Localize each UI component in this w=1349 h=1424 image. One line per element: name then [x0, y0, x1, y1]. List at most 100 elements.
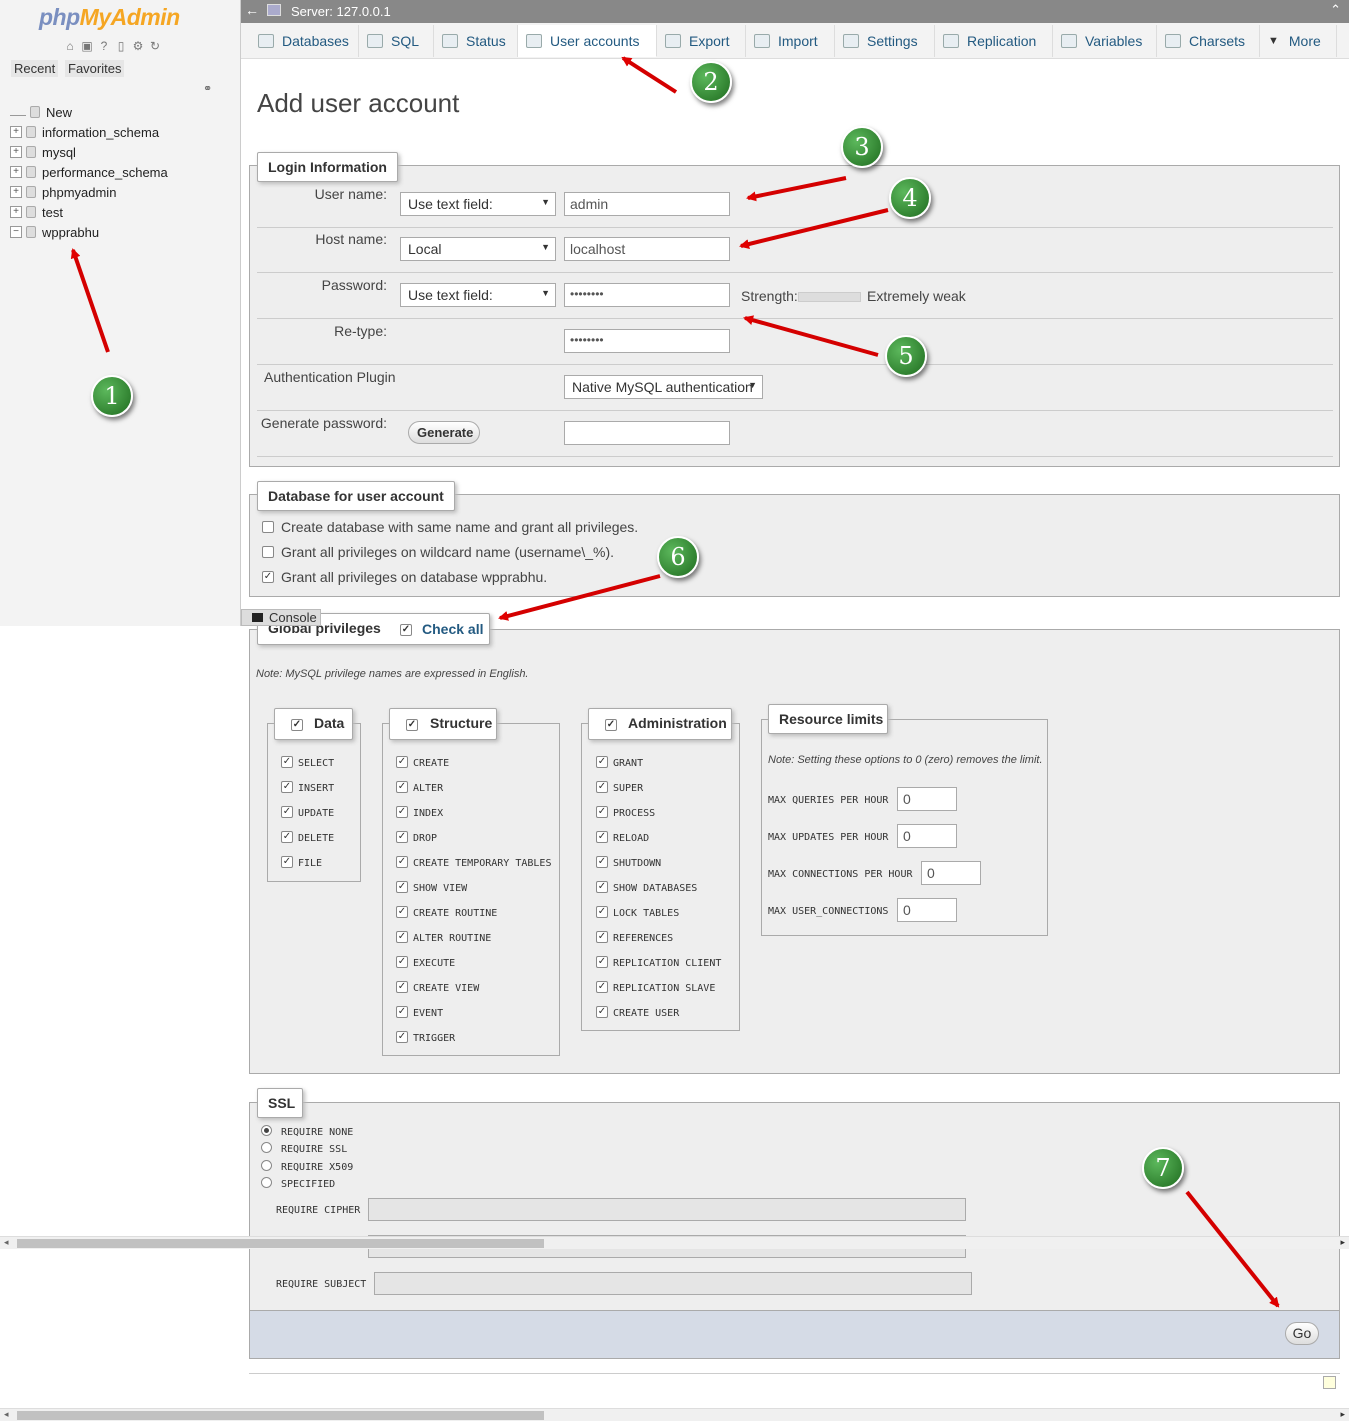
structure-check-all-checkbox[interactable]: ✓	[406, 719, 418, 731]
grant-database-checkbox[interactable]: ✓	[262, 571, 274, 583]
require-x509-radio[interactable]	[261, 1160, 272, 1171]
recent-tab[interactable]: Recent	[11, 60, 59, 77]
require-subject-input[interactable]	[374, 1272, 972, 1295]
tab-status[interactable]: Status	[434, 25, 518, 57]
data-privilege-checkbox[interactable]: ✓	[281, 781, 293, 793]
tab-databases[interactable]: Databases	[250, 25, 359, 57]
console-toggle[interactable]: Console	[241, 609, 321, 626]
max-connections-input[interactable]: 0	[921, 861, 981, 885]
tab-user-accounts[interactable]: User accounts	[518, 25, 657, 57]
check-all-checkbox[interactable]: ✓	[400, 624, 412, 636]
tree-item-performance-schema[interactable]: + performance_schema	[10, 162, 168, 182]
max-user-connections-input[interactable]: 0	[897, 898, 957, 922]
tree-item-phpmyadmin[interactable]: + phpmyadmin	[10, 182, 168, 202]
collapse-sidebar-icon[interactable]: ←	[245, 2, 259, 18]
expand-icon[interactable]: +	[10, 146, 22, 158]
require-ssl-radio[interactable]	[261, 1142, 272, 1153]
require-cipher-input[interactable]	[368, 1198, 966, 1221]
page-horizontal-scrollbar[interactable]: ◂ ▸	[0, 1408, 1349, 1421]
admin-privilege-checkbox[interactable]: ✓	[596, 806, 608, 818]
data-privilege-checkbox[interactable]: ✓	[281, 756, 293, 768]
admin-privilege-checkbox[interactable]: ✓	[596, 756, 608, 768]
favorites-tab[interactable]: Favorites	[65, 60, 125, 77]
structure-privilege-checkbox[interactable]: ✓	[396, 906, 408, 918]
admin-privilege-checkbox[interactable]: ✓	[596, 981, 608, 993]
scroll-right-icon[interactable]: ▸	[1340, 1237, 1345, 1248]
tab-import[interactable]: Import	[746, 25, 835, 57]
generate-button[interactable]: Generate	[408, 421, 480, 444]
create-database-checkbox[interactable]	[262, 521, 274, 533]
home-icon[interactable]: ⌂	[63, 39, 77, 53]
collapse-top-icon[interactable]: ⌃	[1330, 2, 1341, 18]
expand-icon[interactable]: +	[10, 186, 22, 198]
structure-privilege-checkbox[interactable]: ✓	[396, 756, 408, 768]
admin-privilege-checkbox[interactable]: ✓	[596, 1006, 608, 1018]
scroll-right-icon[interactable]: ▸	[1340, 1409, 1345, 1420]
tree-item-test[interactable]: + test	[10, 202, 168, 222]
tree-item-mysql[interactable]: + mysql	[10, 142, 168, 162]
structure-privilege-checkbox[interactable]: ✓	[396, 931, 408, 943]
data-privilege-checkbox[interactable]: ✓	[281, 856, 293, 868]
phpmyadmin-logo[interactable]: phpMyAdmin	[39, 4, 180, 31]
tab-variables[interactable]: Variables	[1053, 25, 1157, 57]
admin-privilege-checkbox[interactable]: ✓	[596, 956, 608, 968]
settings-gear-icon[interactable]: ⚙	[131, 39, 145, 53]
admin-privilege-checkbox[interactable]: ✓	[596, 781, 608, 793]
admin-privilege-checkbox[interactable]: ✓	[596, 906, 608, 918]
link-icon[interactable]: ⚭	[203, 82, 212, 95]
structure-privilege-checkbox[interactable]: ✓	[396, 781, 408, 793]
logout-icon[interactable]: ▣	[80, 39, 94, 53]
tab-sql[interactable]: SQL	[359, 25, 434, 57]
generated-password-input[interactable]	[564, 421, 730, 445]
structure-privilege-checkbox[interactable]: ✓	[396, 856, 408, 868]
admin-privilege-checkbox[interactable]: ✓	[596, 831, 608, 843]
scroll-left-icon[interactable]: ◂	[4, 1409, 9, 1420]
administration-check-all-checkbox[interactable]: ✓	[605, 719, 617, 731]
tree-item-information-schema[interactable]: + information_schema	[10, 122, 168, 142]
password-type-select[interactable]: Use text field:	[400, 283, 556, 307]
tab-settings[interactable]: Settings	[835, 25, 935, 57]
admin-privilege-checkbox[interactable]: ✓	[596, 931, 608, 943]
admin-privilege-checkbox[interactable]: ✓	[596, 856, 608, 868]
retype-password-input[interactable]: ••••••••	[564, 329, 730, 353]
tree-item-new[interactable]: New	[10, 102, 168, 122]
structure-privilege-checkbox[interactable]: ✓	[396, 831, 408, 843]
tab-charsets[interactable]: Charsets	[1157, 25, 1260, 57]
data-privilege-checkbox[interactable]: ✓	[281, 831, 293, 843]
host-name-input[interactable]: localhost	[564, 237, 730, 261]
require-none-radio[interactable]	[261, 1125, 272, 1136]
wildcard-privileges-checkbox[interactable]	[262, 546, 274, 558]
page-related-icon[interactable]	[1323, 1376, 1336, 1389]
user-name-input[interactable]: admin	[564, 192, 730, 216]
expand-icon[interactable]: +	[10, 126, 22, 138]
server-breadcrumb[interactable]: Server: 127.0.0.1	[291, 4, 391, 19]
host-name-type-select[interactable]: Local	[400, 237, 556, 261]
specified-radio[interactable]	[261, 1177, 272, 1188]
max-updates-input[interactable]: 0	[897, 824, 957, 848]
tab-replication[interactable]: Replication	[935, 25, 1053, 57]
scroll-left-icon[interactable]: ◂	[4, 1237, 9, 1248]
expand-icon[interactable]: +	[10, 206, 22, 218]
max-queries-input[interactable]: 0	[897, 787, 957, 811]
tree-item-wpprabhu[interactable]: − wpprabhu	[10, 222, 168, 242]
password-input[interactable]: ••••••••	[564, 283, 730, 307]
authentication-plugin-select[interactable]: Native MySQL authentication	[564, 375, 763, 399]
help-icon[interactable]: ?	[97, 39, 111, 53]
structure-privilege-checkbox[interactable]: ✓	[396, 981, 408, 993]
admin-privilege-checkbox[interactable]: ✓	[596, 881, 608, 893]
structure-privilege-checkbox[interactable]: ✓	[396, 881, 408, 893]
structure-privilege-checkbox[interactable]: ✓	[396, 1031, 408, 1043]
scrollbar-thumb[interactable]	[17, 1411, 544, 1420]
structure-privilege-checkbox[interactable]: ✓	[396, 1006, 408, 1018]
tab-more[interactable]: ▼ More	[1260, 25, 1337, 57]
collapse-icon[interactable]: −	[10, 226, 22, 238]
reload-icon[interactable]: ↻	[148, 39, 162, 53]
data-check-all-checkbox[interactable]: ✓	[291, 719, 303, 731]
structure-privilege-checkbox[interactable]: ✓	[396, 956, 408, 968]
check-all-label[interactable]: Check all	[422, 621, 483, 637]
data-privilege-checkbox[interactable]: ✓	[281, 806, 293, 818]
tab-export[interactable]: Export	[657, 25, 746, 57]
expand-icon[interactable]: +	[10, 166, 22, 178]
structure-privilege-checkbox[interactable]: ✓	[396, 806, 408, 818]
scrollbar-thumb[interactable]	[17, 1239, 544, 1248]
